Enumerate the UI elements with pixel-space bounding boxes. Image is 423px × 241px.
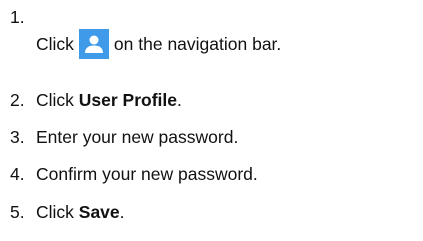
user-profile-icon — [78, 29, 109, 59]
step-5: 5. Click Save. — [10, 202, 125, 222]
user-profile-label: User Profile — [78, 90, 178, 110]
step-number: 5. — [10, 202, 25, 222]
step-text: Click Save. — [36, 202, 125, 222]
step-text: Enter your new password. — [36, 127, 239, 147]
instructions-list: 1. Click on the navigation bar. 2. Click … — [0, 0, 423, 241]
step-text: Click User Profile. — [36, 90, 182, 110]
step-text-after: . — [177, 90, 182, 110]
step-2: 2. Click User Profile. — [10, 90, 182, 110]
step-text-after: . — [119, 202, 125, 222]
step-text-before: Click — [36, 34, 74, 54]
step-number: 3. — [10, 127, 25, 147]
save-label: Save — [78, 202, 120, 222]
step-text: Confirm your new password. — [36, 164, 258, 184]
step-text-after: on the navigation bar. — [113, 34, 282, 54]
step-text: Click on the navigation bar. — [36, 29, 281, 59]
step-number: 2. — [10, 90, 25, 110]
step-number: 4. — [10, 164, 25, 184]
step-4: 4. Confirm your new password. — [10, 164, 258, 184]
step-number: 1. — [10, 7, 25, 27]
step-text-before: Click — [36, 202, 79, 222]
step-text-before: Click — [36, 90, 79, 110]
step-3: 3. Enter your new password. — [10, 127, 238, 147]
